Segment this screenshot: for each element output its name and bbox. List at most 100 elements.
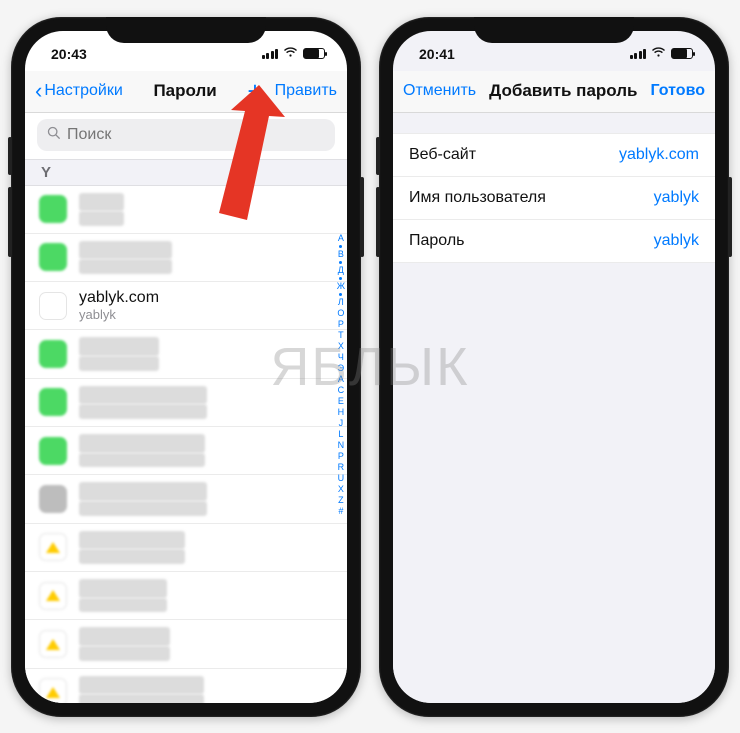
cancel-button[interactable]: Отменить — [403, 82, 476, 100]
battery-icon — [303, 48, 325, 59]
row-site: yandex.by — [79, 531, 185, 549]
form-row[interactable]: Веб-сайт yablyk.com — [393, 133, 715, 177]
site-favicon — [39, 485, 67, 513]
password-row[interactable]: yablyk.comyablyk-info — [25, 330, 347, 378]
site-favicon — [39, 678, 67, 702]
index-letter[interactable]: L — [338, 430, 343, 439]
row-user: username@yandex.ru — [79, 501, 207, 516]
nav-bar: ‹ Настройки Пароли + Править — [25, 71, 347, 113]
password-row[interactable]: yandex-team.ruusername@yandex.ru — [25, 475, 347, 523]
wifi-icon — [651, 46, 666, 61]
form-label: Веб-сайт — [409, 146, 476, 164]
phone-frame-left: 20:43 ‹ Настройки Пароли + Править — [11, 17, 361, 717]
password-row[interactable]: Яyablyk.comyablyk — [25, 282, 347, 330]
form-value[interactable]: yablyk.com — [619, 146, 699, 164]
row-user: someone@gmail.com — [79, 453, 205, 468]
site-favicon — [39, 437, 67, 465]
status-time: 20:43 — [51, 46, 87, 62]
password-row[interactable]: yandex.byone_two@ya.ru — [25, 620, 347, 668]
page-title: Добавить пароль — [489, 81, 637, 101]
site-favicon: Я — [39, 292, 67, 320]
index-letter[interactable]: Z — [338, 496, 344, 505]
password-row[interactable]: yandex.byadmin@yandex.ru — [25, 524, 347, 572]
row-site: yablyk.com — [79, 434, 205, 452]
site-favicon — [39, 195, 67, 223]
screen-passwords: 20:43 ‹ Настройки Пароли + Править — [25, 31, 347, 703]
row-site: yablyk — [79, 193, 124, 211]
site-favicon — [39, 533, 67, 561]
index-letter[interactable]: C — [338, 386, 345, 395]
index-letter[interactable]: Л — [338, 298, 344, 307]
search-icon — [47, 126, 61, 144]
status-time: 20:41 — [419, 46, 455, 62]
wifi-icon — [283, 46, 298, 61]
password-list[interactable]: АВДЖЛОРТХЧЭACEHJLNPRUXZ# yablyku-helpyab… — [25, 186, 347, 703]
page-title: Пароли — [153, 81, 216, 101]
form-value[interactable]: yablyk — [654, 189, 699, 207]
index-letter[interactable]: # — [338, 507, 343, 516]
index-letter[interactable]: E — [338, 397, 344, 406]
row-site: yablyk.com — [79, 386, 207, 404]
row-site: yandex.by — [79, 676, 204, 694]
cell-signal-icon — [630, 49, 647, 59]
index-letter[interactable]: R — [338, 463, 345, 472]
screen-add-password: 20:41 Отменить Добавить пароль Готово Ве… — [393, 31, 715, 703]
password-row[interactable]: yablyk.compassword@gmail.com — [25, 379, 347, 427]
notch — [474, 17, 634, 43]
section-header: Y — [25, 159, 347, 186]
row-user: anton.me@yandex.ru — [79, 694, 204, 702]
section-index[interactable]: АВДЖЛОРТХЧЭACEHJLNPRUXZ # — [337, 234, 345, 516]
index-letter[interactable]: О — [337, 309, 344, 318]
phone-frame-right: 20:41 Отменить Добавить пароль Готово Ве… — [379, 17, 729, 717]
index-letter[interactable]: N — [338, 441, 345, 450]
index-letter[interactable]: Ж — [337, 282, 345, 291]
password-row[interactable]: yablyku-help — [25, 186, 347, 234]
password-row[interactable]: yablyk.comactivegmail.com — [25, 234, 347, 282]
index-letter[interactable]: J — [339, 419, 344, 428]
row-site: yablyk.com — [79, 241, 172, 259]
form-value[interactable]: yablyk — [654, 232, 699, 250]
index-letter[interactable]: P — [338, 452, 344, 461]
site-favicon — [39, 582, 67, 610]
index-letter[interactable]: H — [338, 408, 345, 417]
search-field[interactable] — [37, 119, 335, 151]
password-row[interactable]: yablyk.comsomeone@gmail.com — [25, 427, 347, 475]
index-letter[interactable]: Р — [338, 320, 344, 329]
back-button[interactable]: Настройки — [44, 82, 122, 100]
site-favicon — [39, 388, 67, 416]
row-site: yandex.by — [79, 627, 170, 645]
form-row[interactable]: Имя пользователя yablyk — [393, 177, 715, 220]
row-site: yandex.by — [79, 579, 167, 597]
index-letter[interactable]: U — [338, 474, 345, 483]
index-letter[interactable]: В — [338, 250, 344, 259]
add-password-form: Веб-сайт yablyk.com Имя пользователя yablyk… — [393, 133, 715, 263]
index-letter[interactable]: A — [338, 375, 344, 384]
index-letter[interactable]: Э — [338, 364, 344, 373]
row-site: yablyk.com — [79, 289, 159, 307]
form-label: Пароль — [409, 232, 465, 250]
battery-icon — [671, 48, 693, 59]
password-row[interactable]: yandex.byanton.me@yandex.ru — [25, 669, 347, 703]
index-letter[interactable]: Ч — [338, 353, 344, 362]
form-label: Имя пользователя — [409, 189, 546, 207]
row-site: yablyk.com — [79, 337, 159, 355]
site-favicon — [39, 340, 67, 368]
row-site: yandex-team.ru — [79, 482, 207, 500]
notch — [106, 17, 266, 43]
edit-button[interactable]: Править — [275, 82, 337, 100]
index-letter[interactable]: А — [338, 234, 344, 243]
site-favicon — [39, 630, 67, 658]
search-input[interactable] — [67, 126, 325, 144]
row-user: yablyk-info — [79, 356, 159, 371]
cell-signal-icon — [262, 49, 279, 59]
nav-bar: Отменить Добавить пароль Готово — [393, 71, 715, 113]
row-user: u-help — [79, 211, 124, 226]
index-letter[interactable]: Д — [338, 266, 344, 275]
index-letter[interactable]: Т — [338, 331, 344, 340]
done-button[interactable]: Готово — [651, 82, 705, 100]
form-row[interactable]: Пароль yablyk — [393, 220, 715, 263]
index-letter[interactable]: X — [338, 485, 344, 494]
index-letter[interactable]: Х — [338, 342, 344, 351]
password-row[interactable]: yandex.byinfouser@ya.ru — [25, 572, 347, 620]
row-user: activegmail.com — [79, 259, 172, 274]
